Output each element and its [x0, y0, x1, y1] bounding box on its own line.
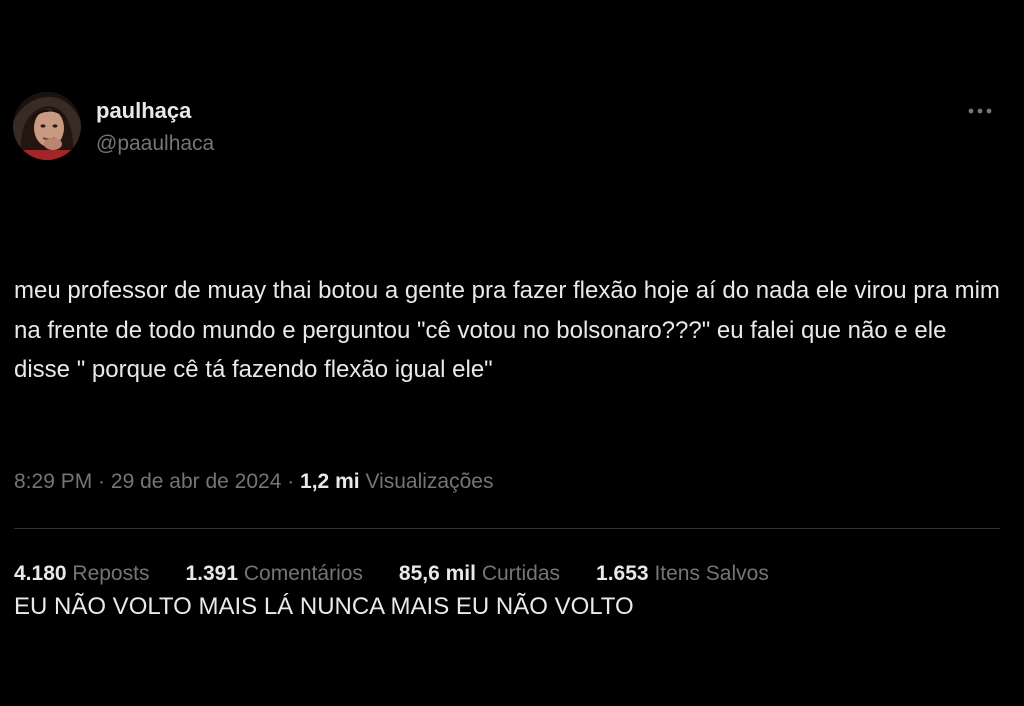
tweet-date[interactable]: 29 de abr de 2024: [111, 470, 281, 493]
tweet-time[interactable]: 8:29 PM: [14, 470, 92, 493]
likes-count: 85,6 mil: [398, 562, 476, 585]
avatar[interactable]: [13, 92, 81, 160]
user-handle[interactable]: @paaulhaca: [96, 132, 214, 156]
more-horizontal-icon: [968, 108, 992, 114]
avatar-image: [13, 92, 81, 160]
meta-separator: ·: [281, 470, 301, 493]
saves-label: Itens Salvos: [654, 562, 769, 585]
tweet-paragraph: meu professor de muay thai botou a gente…: [14, 277, 1007, 383]
comments-count: 1.391: [185, 562, 239, 585]
tweet-text: meu professor de muay thai botou a gente…: [14, 192, 1004, 706]
tweet-header: paulhaça @paaulhaca: [13, 92, 1003, 164]
comments-stat[interactable]: 1.391 Comentários: [185, 562, 362, 586]
tweet: paulhaça @paaulhaca meu professor de mua…: [0, 0, 1024, 683]
divider: [14, 528, 1000, 529]
tweet-paragraph: EU NÃO VOLTO MAIS LÁ NUNCA MAIS EU NÃO V…: [14, 593, 634, 620]
saves-stat[interactable]: 1.653 Itens Salvos: [596, 562, 769, 586]
views-label: Visualizações: [365, 470, 494, 493]
likes-stat[interactable]: 85,6 mil Curtidas: [399, 562, 560, 586]
display-name[interactable]: paulhaça: [96, 98, 191, 124]
likes-label: Curtidas: [481, 562, 561, 585]
reposts-stat[interactable]: 4.180 Reposts: [14, 562, 149, 586]
views-count: 1,2 mi: [300, 470, 360, 493]
more-options-button[interactable]: [963, 96, 997, 126]
reposts-count: 4.180: [14, 562, 67, 585]
reposts-label: Reposts: [72, 562, 150, 585]
meta-separator: ·: [92, 470, 111, 493]
engagement-stats: 4.180 Reposts 1.391 Comentários 85,6 mil…: [14, 562, 805, 586]
tweet-metadata: 8:29 PM · 29 de abr de 2024 · 1,2 mi Vis…: [14, 470, 493, 494]
saves-count: 1.653: [596, 562, 649, 585]
comments-label: Comentários: [243, 562, 363, 585]
